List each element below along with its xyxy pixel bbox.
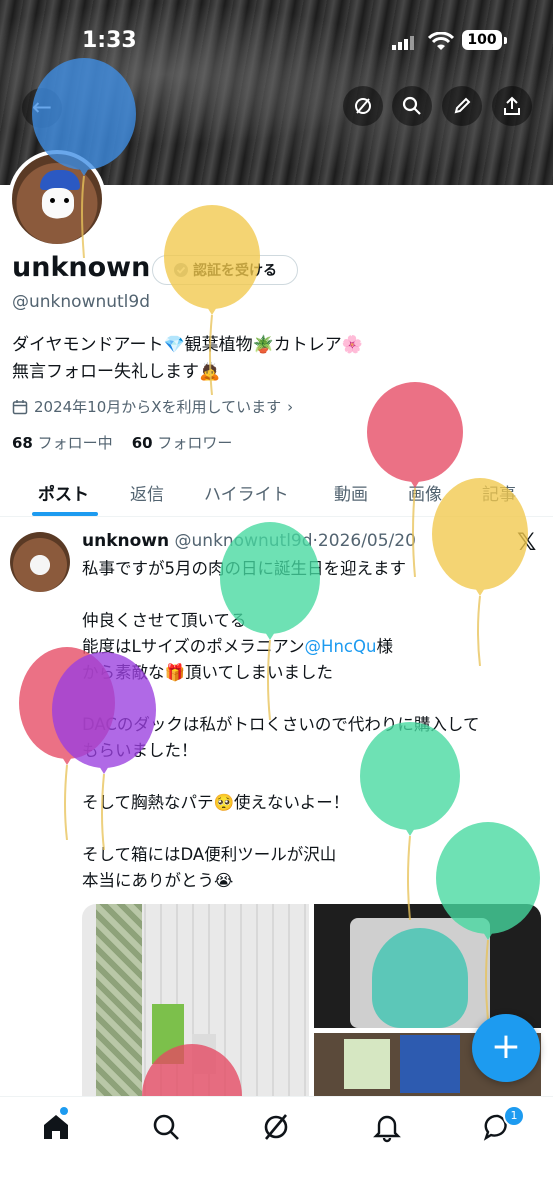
followers-label: フォロワー <box>157 434 233 452</box>
follow-stats: 68 フォロー中 60 フォロワー <box>12 432 232 453</box>
share-icon <box>504 96 520 115</box>
search-button[interactable] <box>392 86 432 126</box>
home-notification-dot <box>60 1107 68 1115</box>
bottom-nav: 1 <box>0 1096 553 1201</box>
balloon-pink <box>142 1044 242 1104</box>
plus-icon: + <box>490 1026 522 1067</box>
joined-text: 2024年10月からXを利用しています <box>34 398 282 416</box>
following-label: フォロー中 <box>37 434 113 452</box>
image-detail <box>400 1035 460 1093</box>
post-author-name[interactable]: unknown <box>82 531 169 551</box>
active-tab-indicator <box>32 512 98 516</box>
grok-icon <box>355 98 371 114</box>
search-icon[interactable] <box>150 1111 182 1143</box>
battery-indicator: 100 <box>462 30 502 50</box>
grok-icon[interactable] <box>260 1111 292 1143</box>
pencil-icon <box>454 97 471 114</box>
chevron-right-icon: › <box>287 397 294 416</box>
status-time: 1:33 <box>82 28 137 53</box>
share-button[interactable] <box>492 86 532 126</box>
balloon-body <box>432 478 528 590</box>
balloon-green-3 <box>436 822 540 1020</box>
post-avatar[interactable] <box>10 532 70 592</box>
tab-replies[interactable]: 返信 <box>130 480 164 505</box>
grok-button[interactable] <box>343 86 383 126</box>
balloon-body <box>360 722 460 830</box>
balloon-yellow-1 <box>164 205 260 395</box>
battery-tip <box>504 37 507 44</box>
balloon-purple <box>52 652 156 850</box>
balloon-body <box>164 205 260 309</box>
followers-link[interactable]: 60 フォロワー <box>132 434 233 452</box>
followers-count: 60 <box>131 434 153 452</box>
following-link[interactable]: 68 フォロー中 <box>12 434 113 452</box>
balloon-body <box>220 522 320 634</box>
joined-date[interactable]: 2024年10月からXを利用しています › <box>12 396 293 417</box>
calendar-icon <box>12 399 28 414</box>
wifi-icon <box>428 32 454 50</box>
balloon-green-1 <box>220 522 320 720</box>
bell-icon[interactable] <box>371 1111 403 1143</box>
balloon-body <box>367 382 463 482</box>
messages-badge: 1 <box>503 1105 525 1127</box>
balloon-yellow-2 <box>432 478 528 666</box>
balloon-body <box>52 652 156 768</box>
edit-button[interactable] <box>442 86 482 126</box>
following-count: 68 <box>12 434 33 452</box>
balloon-blue <box>32 58 136 258</box>
tab-posts[interactable]: ポスト <box>38 480 89 505</box>
home-icon[interactable] <box>40 1111 72 1143</box>
compose-post-button[interactable]: + <box>472 1014 540 1082</box>
search-icon <box>402 96 421 115</box>
image-detail <box>96 904 142 1096</box>
tab-videos[interactable]: 動画 <box>334 480 368 505</box>
balloon-body <box>32 58 136 170</box>
profile-handle: @unknownutl9d <box>12 292 151 312</box>
balloon-body <box>142 1044 242 1104</box>
image-detail <box>344 1039 390 1089</box>
tab-highlights[interactable]: ハイライト <box>204 480 289 505</box>
signal-icon <box>392 36 414 50</box>
balloon-body <box>436 822 540 934</box>
